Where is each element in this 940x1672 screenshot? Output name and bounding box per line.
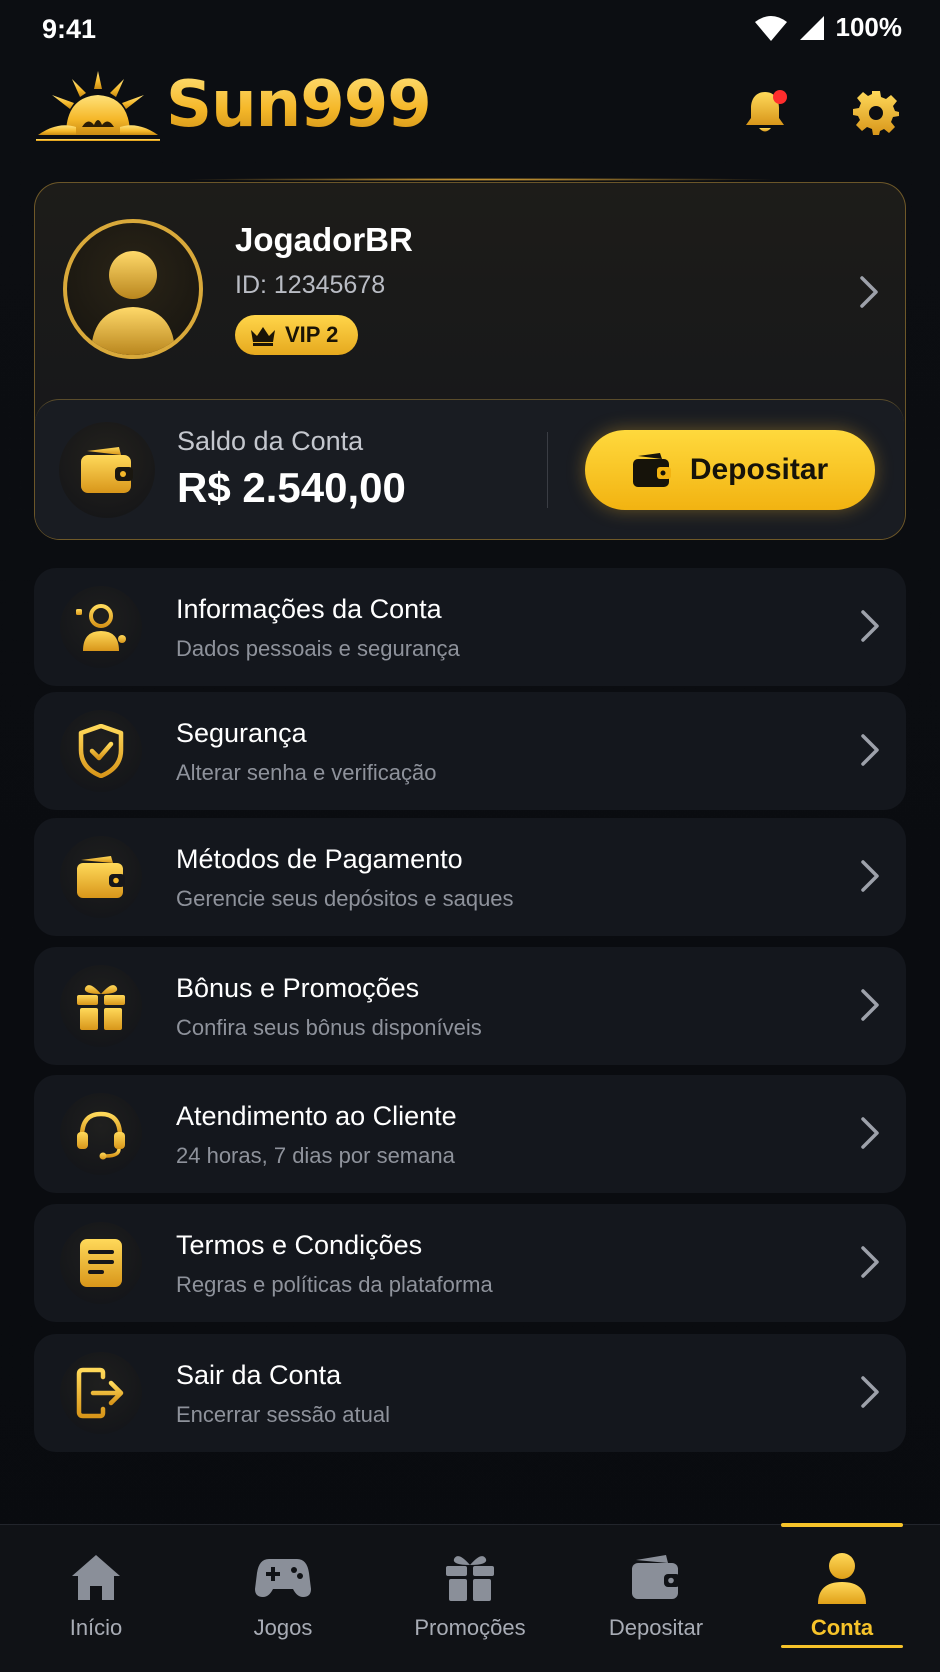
nav-label: Jogos xyxy=(253,1615,313,1640)
profile-id: ID: 12345678 xyxy=(235,271,386,299)
menu-item-title: Métodos de Pagamento xyxy=(176,844,463,874)
crown-icon xyxy=(251,327,275,346)
document-icon xyxy=(60,1222,142,1304)
notification-dot xyxy=(773,90,787,104)
menu-item-title: Bônus e Promoções xyxy=(176,973,420,1003)
wallet-icon xyxy=(60,836,142,918)
nav-label: Promoções xyxy=(414,1615,526,1640)
nav-item-promotions[interactable]: Promoções xyxy=(395,1525,545,1672)
menu-item-subtitle: Confira seus bônus disponíveis xyxy=(176,1015,482,1040)
balance-label: Saldo da Conta xyxy=(177,426,364,456)
menu-item-customer-support[interactable]: Atendimento ao Cliente 24 horas, 7 dias … xyxy=(34,1075,906,1193)
status-icons: 100% xyxy=(754,12,903,43)
nav-label: Depositar xyxy=(608,1615,704,1640)
balance-wallet-icon xyxy=(59,422,155,518)
cellular-signal-icon xyxy=(799,15,824,40)
settings-button[interactable] xyxy=(848,84,904,140)
menu-item-subtitle: Regras e políticas da plataforma xyxy=(176,1272,493,1297)
app-logo[interactable]: Sun999 xyxy=(36,68,432,142)
chevron-right-icon xyxy=(860,1245,880,1284)
menu-item-account-info[interactable]: Informações da Conta Dados pessoais e se… xyxy=(34,568,906,686)
menu-item-title: Sair da Conta xyxy=(176,1360,342,1390)
balance-value: R$ 2.540,00 xyxy=(177,464,406,511)
sun-logo-icon xyxy=(36,71,160,141)
nav-label: Conta xyxy=(810,1615,874,1640)
app-header: Sun999 xyxy=(0,64,940,164)
menu-item-subtitle: Dados pessoais e segurança xyxy=(176,636,460,661)
profile-card[interactable]: JogadorBR ID: 12345678 VIP 2 Saldo da Co… xyxy=(34,182,906,540)
home-icon xyxy=(69,1549,123,1605)
nav-item-deposit[interactable]: Depositar xyxy=(581,1525,731,1672)
nav-active-indicator xyxy=(781,1523,903,1527)
balance-divider xyxy=(547,432,548,508)
status-bar: 9:41 100% xyxy=(0,0,940,60)
menu-item-logout[interactable]: Sair da Conta Encerrar sessão atual xyxy=(34,1334,906,1452)
nav-item-home[interactable]: Início xyxy=(21,1525,171,1672)
menu-item-subtitle: Alterar senha e verificação xyxy=(176,760,437,785)
app-logo-text: Sun999 xyxy=(166,68,432,142)
battery-level: 100% xyxy=(835,12,903,42)
chevron-right-icon xyxy=(860,733,880,772)
bottom-navigation: Início Jogos Promoções Depositar Conta xyxy=(0,1523,940,1672)
chevron-right-icon xyxy=(860,859,880,898)
notifications-button[interactable] xyxy=(737,84,793,140)
menu-item-terms[interactable]: Termos e Condições Regras e políticas da… xyxy=(34,1204,906,1322)
chevron-right-icon xyxy=(860,609,880,648)
menu-item-security[interactable]: Segurança Alterar senha e verificação xyxy=(34,692,906,810)
vip-badge: VIP 2 xyxy=(235,315,359,355)
shield-check-icon xyxy=(60,710,142,792)
nav-label: Início xyxy=(69,1615,123,1640)
menu-item-subtitle: 24 horas, 7 dias por semana xyxy=(176,1143,455,1168)
avatar[interactable] xyxy=(63,219,203,359)
balance-panel: Saldo da Conta R$ 2.540,00 Depositar xyxy=(35,399,904,539)
menu-item-title: Atendimento ao Cliente xyxy=(176,1101,457,1131)
deposit-button[interactable]: Depositar xyxy=(585,430,875,510)
header-glow-divider xyxy=(180,178,780,181)
nav-item-account[interactable]: Conta xyxy=(767,1523,917,1672)
gift-icon xyxy=(444,1549,496,1605)
chevron-right-icon xyxy=(860,1375,880,1414)
menu-item-subtitle: Encerrar sessão atual xyxy=(176,1402,390,1427)
gamepad-icon xyxy=(255,1549,311,1605)
menu-item-title: Informações da Conta xyxy=(176,594,442,624)
menu-item-subtitle: Gerencie seus depósitos e saques xyxy=(176,886,514,911)
chevron-right-icon xyxy=(860,988,880,1027)
profile-chevron-icon xyxy=(859,275,879,314)
menu-item-payment-methods[interactable]: Métodos de Pagamento Gerencie seus depós… xyxy=(34,818,906,936)
user-avatar-icon xyxy=(91,251,175,355)
wifi-icon xyxy=(754,15,787,41)
wallet-icon xyxy=(632,453,671,487)
user-icon xyxy=(816,1549,868,1605)
gear-icon xyxy=(853,91,899,135)
nav-active-underline xyxy=(781,1645,903,1648)
user-info-icon xyxy=(60,586,142,668)
menu-item-title: Segurança xyxy=(176,718,307,748)
status-time: 9:41 xyxy=(42,14,97,44)
profile-username: JogadorBR xyxy=(235,221,413,258)
menu-item-bonuses[interactable]: Bônus e Promoções Confira seus bônus dis… xyxy=(34,947,906,1065)
headset-icon xyxy=(60,1093,142,1175)
chevron-right-icon xyxy=(860,1116,880,1155)
gift-icon xyxy=(60,965,142,1047)
nav-item-games[interactable]: Jogos xyxy=(208,1525,358,1672)
menu-item-title: Termos e Condições xyxy=(176,1230,423,1260)
deposit-button-label: Depositar xyxy=(689,453,829,486)
wallet-icon xyxy=(630,1549,682,1605)
logout-icon xyxy=(60,1352,142,1434)
vip-level-label: VIP 2 xyxy=(285,322,339,347)
